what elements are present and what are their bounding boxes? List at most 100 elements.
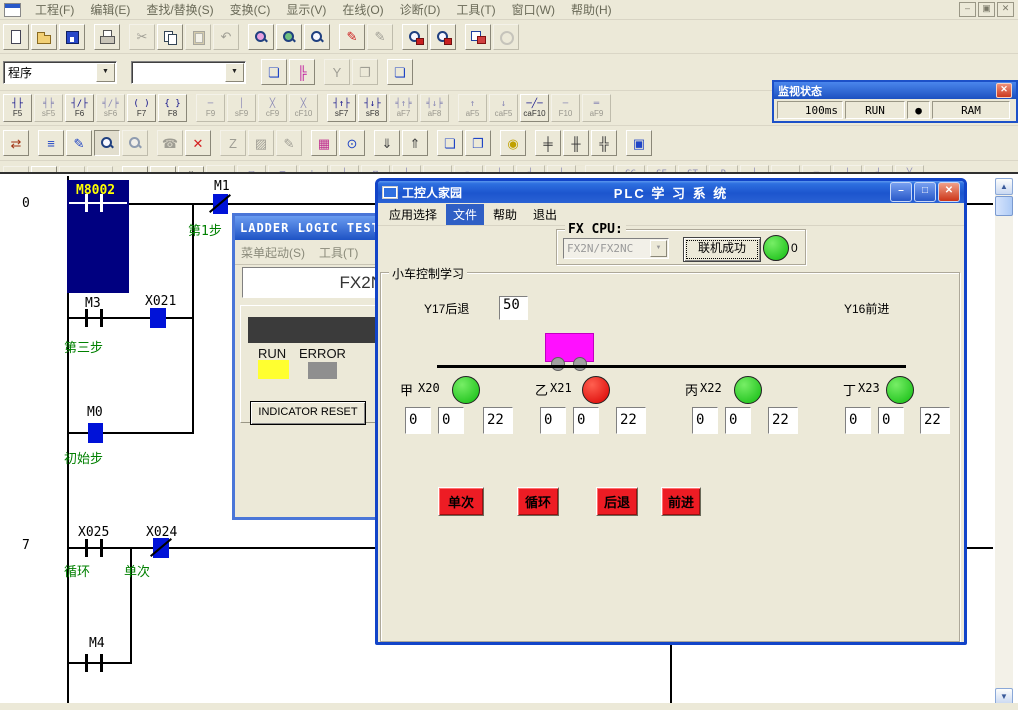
ladder-test-menu-0[interactable]: 菜单起动(S) [241, 244, 305, 261]
zoom-in-button[interactable] [430, 24, 456, 50]
speed-input[interactable]: 50 [499, 296, 528, 320]
menu-item-7[interactable]: 工具(T) [448, 2, 503, 18]
menu-item-4[interactable]: 显示(V) [278, 2, 334, 18]
monitor-mode-button[interactable] [94, 130, 120, 156]
device-memory-button[interactable]: ▦ [311, 130, 337, 156]
vertical-scrollbar[interactable]: ▲ ▼ [995, 178, 1013, 705]
station-value-input[interactable]: 0 [540, 407, 566, 434]
menu-item-1[interactable]: 编辑(E) [82, 2, 138, 18]
plc-learning-dialog: 工控人家园 PLC 学 习 系 统 –□✕ 应用选择文件帮助退出 FX CPU:… [375, 178, 967, 645]
control-button-0[interactable]: 单次 [438, 487, 484, 516]
symbol-glyph: ┤↓├ [364, 99, 380, 109]
ladder-list-toggle-button[interactable]: ⇄ [3, 130, 29, 156]
dialog-menu-0[interactable]: 应用选择 [382, 204, 444, 225]
restore-button[interactable]: ▣ [978, 2, 995, 17]
monitor-status-titlebar[interactable]: 监视状态 ✕ [774, 82, 1016, 99]
dialog-menu-1[interactable]: 文件 [446, 204, 484, 225]
station-value-input[interactable]: 22 [920, 407, 950, 434]
open-project-button[interactable] [31, 24, 57, 50]
key-label: cF9 [266, 109, 279, 118]
station-value-input[interactable]: 0 [405, 407, 431, 434]
station-value-input[interactable]: 0 [438, 407, 464, 434]
cross-ref-3-button[interactable]: ╬ [591, 130, 617, 156]
close-icon[interactable]: ✕ [996, 83, 1012, 98]
find-device-button[interactable] [276, 24, 302, 50]
indicator-reset-button[interactable]: INDICATOR RESET [250, 401, 366, 425]
menu-item-6[interactable]: 诊断(D) [392, 2, 449, 18]
dialog-titlebar[interactable]: 工控人家园 PLC 学 习 系 统 –□✕ [378, 181, 964, 203]
station-value-input[interactable]: 22 [768, 407, 798, 434]
menu-item-9[interactable]: 帮助(H) [563, 2, 620, 18]
window-tile-button[interactable]: ❐ [465, 130, 491, 156]
symbol-F8-button[interactable]: { }F8 [158, 94, 187, 122]
station-value-input[interactable]: 0 [878, 407, 904, 434]
clock-setting-button[interactable]: ⊙ [339, 130, 365, 156]
zoom-out-button[interactable] [402, 24, 428, 50]
close-button[interactable]: ✕ [997, 2, 1014, 17]
symbol-sF7-button[interactable]: ┤↑├sF7 [327, 94, 356, 122]
symbol-F5-button[interactable]: ┤├F5 [3, 94, 32, 122]
standard-toolbar: ✂↶✎✎ [0, 20, 1018, 54]
station-value-input[interactable]: 0 [573, 407, 599, 434]
station-value-input[interactable]: 0 [725, 407, 751, 434]
station-value-input[interactable]: 22 [483, 407, 513, 434]
comment-display-button[interactable]: ≡ [38, 130, 64, 156]
delete-all-button[interactable]: ✕ [185, 130, 211, 156]
maximize-button[interactable]: □ [914, 182, 936, 202]
key-label: caF5 [495, 109, 513, 118]
window-cascade-button[interactable]: ❏ [437, 130, 463, 156]
menu-item-3[interactable]: 变换(C) [222, 2, 279, 18]
contact-m0-on[interactable] [88, 423, 103, 443]
minimize-button[interactable]: – [890, 182, 912, 202]
control-button-3[interactable]: 前进 [661, 487, 701, 516]
control-button-1[interactable]: 循环 [517, 487, 559, 516]
y16-forward-label: Y16前进 [844, 300, 889, 317]
find-button[interactable] [248, 24, 274, 50]
comment-edit-button[interactable]: ✎ [66, 130, 92, 156]
project-data-list-button[interactable] [465, 24, 491, 50]
jump-prev-button[interactable]: ⇓ [374, 130, 400, 156]
chevron-down-icon[interactable]: ▼ [96, 63, 115, 82]
menu-item-2[interactable]: 查找/替换(S) [138, 2, 221, 18]
cross-ref-1-button[interactable]: ╪ [535, 130, 561, 156]
save-project-button[interactable] [59, 24, 85, 50]
symbol-caF10-button[interactable]: ─╱─caF10 [520, 94, 549, 122]
contact-x021-on[interactable] [150, 308, 166, 328]
new-project-button[interactable] [3, 24, 29, 50]
scroll-up-icon[interactable]: ▲ [995, 178, 1013, 195]
write-mode-button[interactable]: ✎ [339, 24, 365, 50]
minimize-button[interactable]: – [959, 2, 976, 17]
comment-window-button[interactable]: ❏ [261, 59, 287, 85]
ladder-test-menu-1[interactable]: 工具(T) [319, 244, 358, 261]
symbol-sF8-button[interactable]: ┤↓├sF8 [358, 94, 387, 122]
dialog-menu-3[interactable]: 退出 [526, 204, 564, 225]
block-select[interactable]: ▼ [131, 61, 246, 84]
monitor-write-mode-icon [127, 135, 143, 151]
control-button-2[interactable]: 后退 [596, 487, 638, 516]
symbol-F6-button[interactable]: ┤/├F6 [65, 94, 94, 122]
jump-next-button[interactable]: ⇑ [402, 130, 428, 156]
menu-item-8[interactable]: 窗口(W) [504, 2, 563, 18]
station-value-input[interactable]: 22 [616, 407, 646, 434]
help-search-button[interactable]: ◉ [500, 130, 526, 156]
program-select[interactable]: 程序 ▼ [3, 61, 117, 84]
parameter-tree-button[interactable]: ╠ [289, 59, 315, 85]
chevron-down-icon[interactable]: ▼ [225, 63, 244, 82]
symbol-F7-button[interactable]: ( )F7 [127, 94, 156, 122]
connect-status-button[interactable]: 联机成功 [683, 237, 761, 262]
entry-data-monitor-button[interactable]: ▣ [626, 130, 652, 156]
copy-button[interactable] [157, 24, 183, 50]
macro-button[interactable]: ❏ [387, 59, 413, 85]
close-button[interactable]: ✕ [938, 182, 960, 202]
station-lamp-X23 [886, 376, 914, 404]
find-string-button[interactable] [304, 24, 330, 50]
station-value-input[interactable]: 0 [845, 407, 871, 434]
chevron-down-icon: ▼ [650, 240, 667, 257]
menu-item-5[interactable]: 在线(O) [334, 2, 391, 18]
dialog-menu-2[interactable]: 帮助 [486, 204, 524, 225]
scrollbar-thumb[interactable] [995, 196, 1013, 216]
menu-item-0[interactable]: 工程(F) [27, 2, 82, 18]
print-button[interactable] [94, 24, 120, 50]
station-value-input[interactable]: 0 [692, 407, 718, 434]
cross-ref-2-button[interactable]: ╫ [563, 130, 589, 156]
